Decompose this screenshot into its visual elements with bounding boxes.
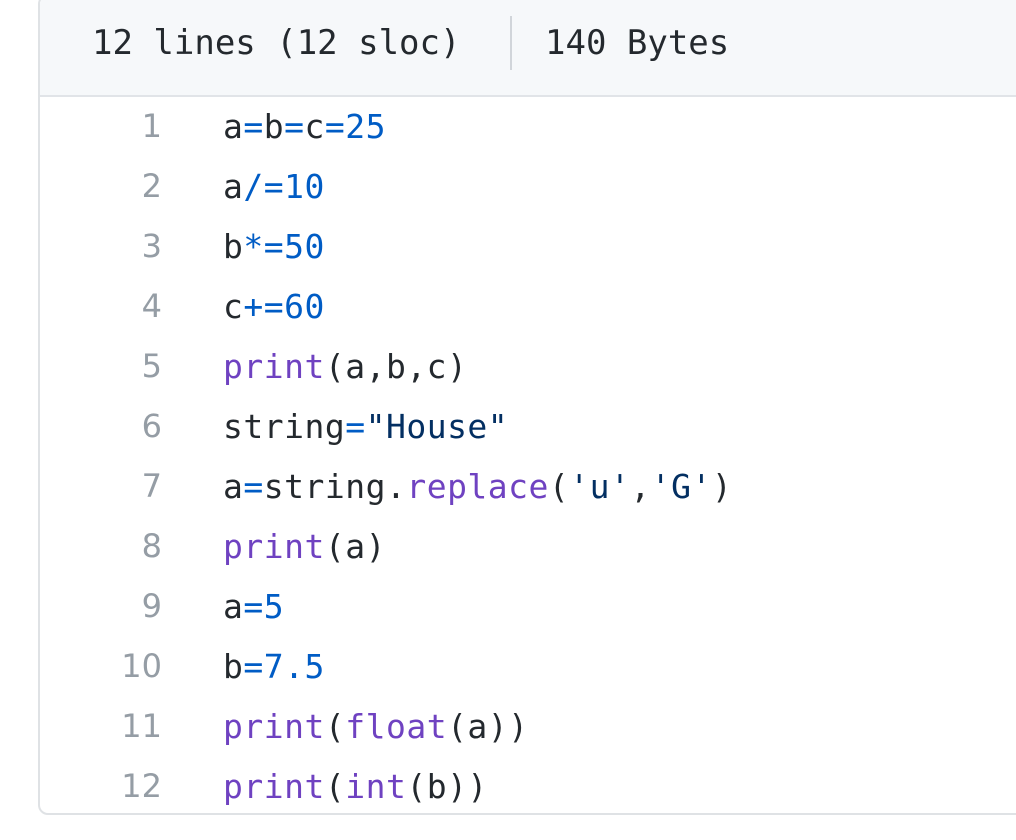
code-token: = [324,106,346,146]
code-token: ( [324,706,346,746]
code-token: a [223,106,244,146]
line-number[interactable]: 1 [40,107,162,145]
code-text: print(int(b)) [223,767,488,806]
line-number[interactable]: 12 [40,767,162,805]
code-text: print(float(a)) [223,707,529,746]
line-number[interactable]: 3 [40,227,162,265]
code-token: *= [243,226,285,266]
line-number[interactable]: 8 [40,527,162,565]
code-token: 7.5 [263,646,325,686]
line-number[interactable]: 5 [40,347,162,385]
code-token: c [223,286,244,326]
code-text: a=b=c=25 [223,107,386,146]
code-line: 6 string="House" [40,396,1016,456]
code-line: 2 a/=10 [40,156,1016,216]
code-token: ( [324,766,346,806]
code-token: b [223,226,244,266]
line-number[interactable]: 11 [40,707,162,745]
line-number[interactable]: 4 [40,287,162,325]
code-token: (a) [324,526,386,566]
code-file-viewer: 12 lines (12 sloc) 140 Bytes 1 a=b=c=25 2 a… [38,0,1016,815]
code-token: (a)) [447,706,529,746]
code-token: float [345,706,448,746]
code-listing[interactable]: 1 a=b=c=25 2 a/=10 3 b*=50 4 c+=60 5 print(a,b,c)… [40,95,1016,813]
code-text: b=7.5 [223,647,325,686]
code-token: += [243,286,285,326]
code-token: /= [243,166,285,206]
code-token: "House" [365,406,509,446]
code-token: 'G' [650,466,712,506]
code-line: 10 b=7.5 [40,636,1016,696]
code-token: 'u' [569,466,631,506]
code-line: 3 b*=50 [40,216,1016,276]
code-text: a/=10 [223,167,325,206]
code-line: 5 print(a,b,c) [40,336,1016,396]
code-token: a [223,166,244,206]
code-token: c [304,106,325,146]
code-text: c+=60 [223,287,325,326]
code-token: print [223,766,325,806]
code-token: 50 [284,226,325,266]
code-token: = [345,406,366,446]
file-size-label: 140 Bytes [545,23,730,63]
code-text: string="House" [223,407,508,446]
code-token: = [284,106,305,146]
code-token: = [243,646,264,686]
code-token: string [223,406,346,446]
code-token: int [345,766,407,806]
code-token: = [243,466,264,506]
line-number[interactable]: 10 [40,647,162,685]
code-token: 60 [284,286,325,326]
line-count-label: 12 lines (12 sloc) [92,23,461,63]
line-number[interactable]: 7 [40,467,162,505]
code-token: , [630,466,651,506]
code-token: ) [711,466,733,506]
code-token: ( [548,466,570,506]
header-divider [510,16,512,70]
code-line: 4 c+=60 [40,276,1016,336]
code-text: a=string.replace('u','G') [223,467,732,506]
code-token: print [223,346,325,386]
code-line: 1 a=b=c=25 [40,96,1016,156]
code-token: 10 [284,166,325,206]
code-token: b [263,106,285,146]
code-text: a=5 [223,587,284,626]
code-text: print(a,b,c) [223,347,467,386]
code-token: a [223,466,244,506]
code-line: 12 print(int(b)) [40,756,1016,813]
code-token: string. [263,466,407,506]
code-text: b*=50 [223,227,325,266]
line-number[interactable]: 9 [40,587,162,625]
code-token: (b)) [406,766,488,806]
code-token: b [223,646,244,686]
code-token: 5 [263,586,285,626]
code-line: 9 a=5 [40,576,1016,636]
code-line: 7 a=string.replace('u','G') [40,456,1016,516]
line-number[interactable]: 6 [40,407,162,445]
line-number[interactable]: 2 [40,167,162,205]
code-line: 8 print(a) [40,516,1016,576]
code-token: replace [406,466,549,506]
file-info-header: 12 lines (12 sloc) 140 Bytes [40,0,1016,97]
code-text: print(a) [223,527,386,566]
code-token: 25 [345,106,386,146]
code-token: = [243,106,264,146]
code-token: (a,b,c) [324,346,468,386]
code-line: 11 print(float(a)) [40,696,1016,756]
code-token: print [223,526,325,566]
code-token: = [243,586,264,626]
code-token: a [223,586,244,626]
code-token: print [223,706,325,746]
